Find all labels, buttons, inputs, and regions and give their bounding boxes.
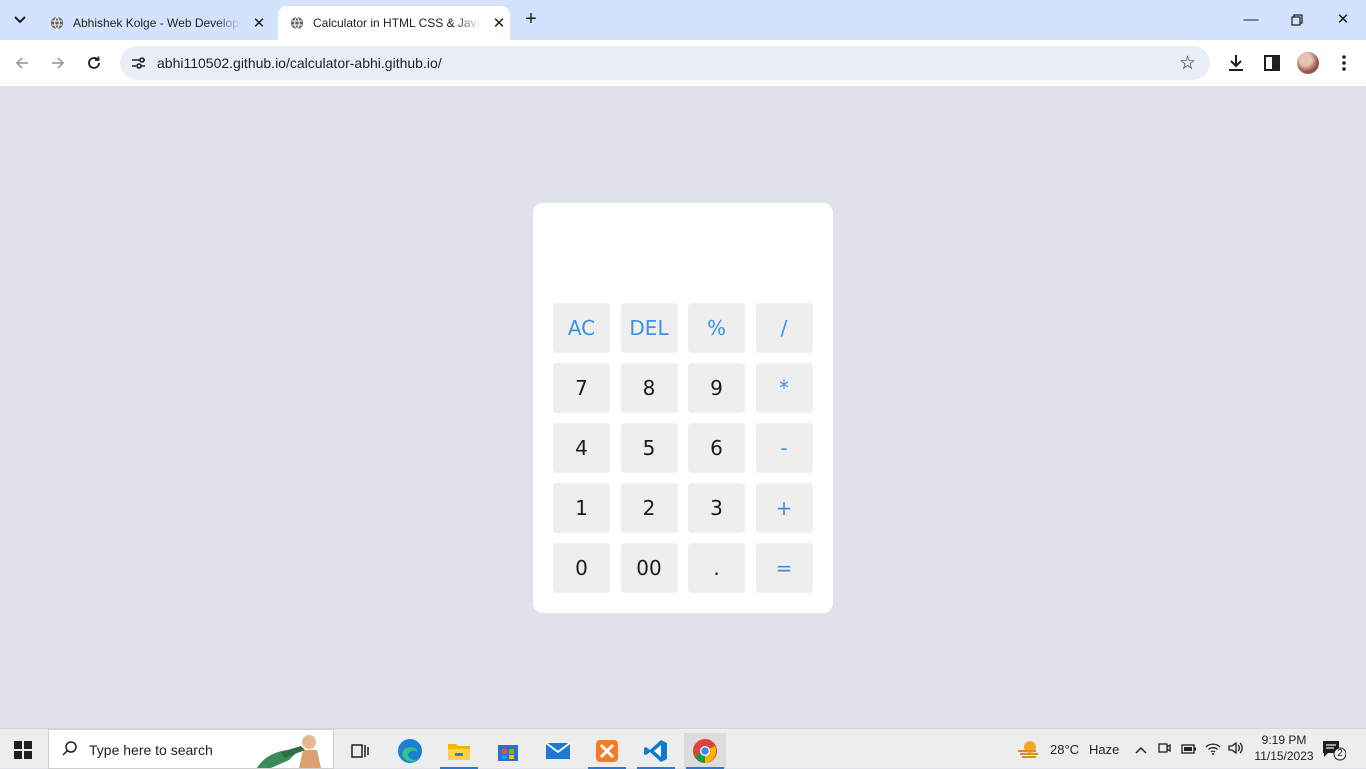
download-icon[interactable] [1225,52,1247,74]
volume-icon[interactable] [1227,741,1245,758]
key-ac-button[interactable]: AC [553,303,610,353]
clock-time: 9:19 PM [1261,733,1307,747]
system-tray [1133,729,1245,769]
site-settings-icon[interactable] [128,53,148,73]
forward-icon[interactable] [46,51,70,75]
file-explorer-icon[interactable] [438,733,480,769]
show-hidden-icons-chevron-icon[interactable] [1133,742,1149,757]
search-highlight-illustration [257,735,321,768]
new-tab-button[interactable]: + [519,8,543,32]
key-4-button[interactable]: 4 [553,423,610,473]
tab-portfolio[interactable]: Abhishek Kolge - Web Developer ✕ [38,6,274,40]
window-close-icon[interactable]: ✕ [1328,8,1358,32]
key-5-button[interactable]: 5 [620,423,678,473]
store-icon[interactable] [487,733,529,769]
url-text[interactable]: abhi110502.github.io/calculator-abhi.git… [157,55,442,71]
weather-condition: Haze [1089,741,1120,757]
key-subtract-button[interactable]: - [755,423,813,473]
key-9-button[interactable]: 9 [688,363,745,413]
globe-icon [291,16,303,30]
browser-toolbar: abhi110502.github.io/calculator-abhi.git… [0,40,1366,86]
task-view-icon[interactable] [339,733,381,769]
profile-avatar[interactable] [1297,52,1319,74]
key-del-button[interactable]: DEL [620,303,678,353]
calculator-keypad: AC DEL%/ 7 8 9 * 4 5 6- 1 2 3 +0 00. = [553,303,813,593]
weather-temp: 28°C [1050,741,1080,757]
key-00-button[interactable]: 00 [620,543,678,593]
minimize-icon[interactable]: — [1236,8,1266,32]
taskbar-clock[interactable]: 9:19 PM 11/15/2023 [1244,732,1324,764]
key-2-button[interactable]: 2 [620,483,678,533]
close-icon[interactable]: ✕ [251,14,267,32]
wifi-icon[interactable] [1205,741,1221,758]
tab-title: Abhishek Kolge - Web Developer [73,16,241,30]
search-icon [62,741,77,756]
key-6-button[interactable]: 6 [688,423,745,473]
mail-icon[interactable] [537,733,579,769]
haze-icon [1018,741,1038,758]
clock-date: 11/15/2023 [1254,749,1314,763]
notification-count-badge: 2 [1337,748,1343,759]
tab-title: Calculator in HTML CSS & JavaScript [313,16,481,30]
reload-icon[interactable] [82,51,106,75]
key-3-button[interactable]: 3 [688,483,745,533]
bookmark-star-icon[interactable]: ☆ [1179,52,1196,75]
globe-icon [51,16,63,30]
key-add-button[interactable]: + [755,483,813,533]
menu-icon[interactable] [1333,52,1355,74]
key-multiply-button[interactable]: * [755,363,813,413]
notification-center-icon[interactable]: 2 [1322,739,1347,761]
key-percent-button[interactable]: % [688,303,745,353]
tab-calculator[interactable]: Calculator in HTML CSS & JavaScript ✕ [278,6,510,40]
address-bar[interactable]: abhi110502.github.io/calculator-abhi.git… [120,46,1210,80]
key-8-button[interactable]: 8 [620,363,678,413]
chrome-icon[interactable] [684,733,726,769]
search-placeholder: Type here to search [89,742,213,758]
back-icon[interactable] [10,51,34,75]
key-1-button[interactable]: 1 [553,483,610,533]
vscode-icon[interactable] [635,733,677,769]
tab-search-icon[interactable] [8,8,32,32]
meet-now-icon[interactable] [1157,741,1171,758]
windows-start-icon[interactable] [14,741,32,759]
close-icon[interactable]: ✕ [491,14,507,32]
side-panel-icon[interactable] [1261,52,1283,74]
key-equals-button[interactable]: = [755,543,813,593]
tab-strip: Abhishek Kolge - Web Developer ✕ Calcula… [0,0,1366,40]
calculator-display [553,223,813,293]
key-decimal-button[interactable]: . [688,543,745,593]
key-divide-button[interactable]: / [755,303,813,353]
weather-widget[interactable]: 28°C Haze [1016,729,1119,769]
battery-icon[interactable] [1181,742,1197,757]
calculator: AC DEL%/ 7 8 9 * 4 5 6- 1 2 3 +0 00. = [533,203,833,613]
key-7-button[interactable]: 7 [553,363,610,413]
restore-icon[interactable] [1282,8,1312,32]
taskbar: Type here to search 28°C Haze 9:19 PM 11… [0,728,1366,769]
taskbar-search-box[interactable]: Type here to search [48,729,334,769]
edge-icon[interactable] [389,733,431,769]
key-0-button[interactable]: 0 [553,543,610,593]
xampp-icon[interactable] [586,733,628,769]
